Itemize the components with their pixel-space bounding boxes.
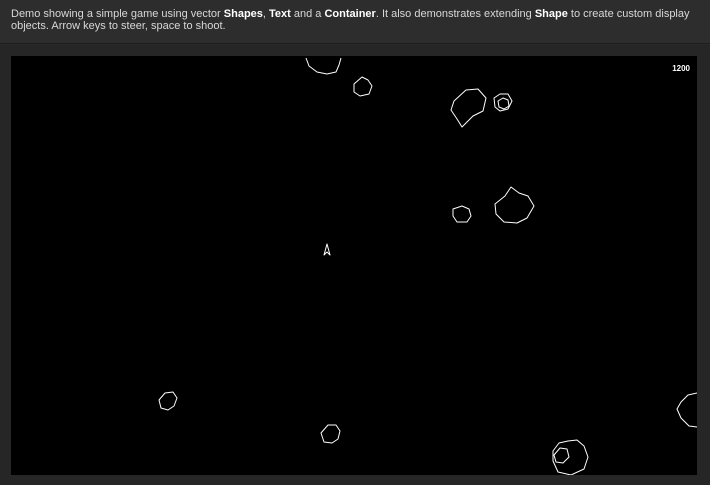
game-canvas[interactable]: 1200 (11, 56, 697, 475)
demo-description: Demo showing a simple game using vector … (11, 8, 690, 32)
asteroid (676, 392, 697, 428)
asteroid (452, 205, 472, 223)
asteroid (553, 447, 570, 464)
asteroid (450, 88, 487, 128)
player-ship (323, 243, 331, 256)
asteroid (353, 76, 373, 97)
asteroid (497, 97, 510, 110)
asteroid (494, 186, 535, 224)
asteroid (158, 391, 178, 411)
asteroid (305, 57, 342, 75)
demo-header: Demo showing a simple game using vector … (0, 0, 710, 44)
asteroid (320, 424, 341, 444)
asteroid (552, 439, 589, 475)
score-readout: 1200 (672, 64, 690, 73)
